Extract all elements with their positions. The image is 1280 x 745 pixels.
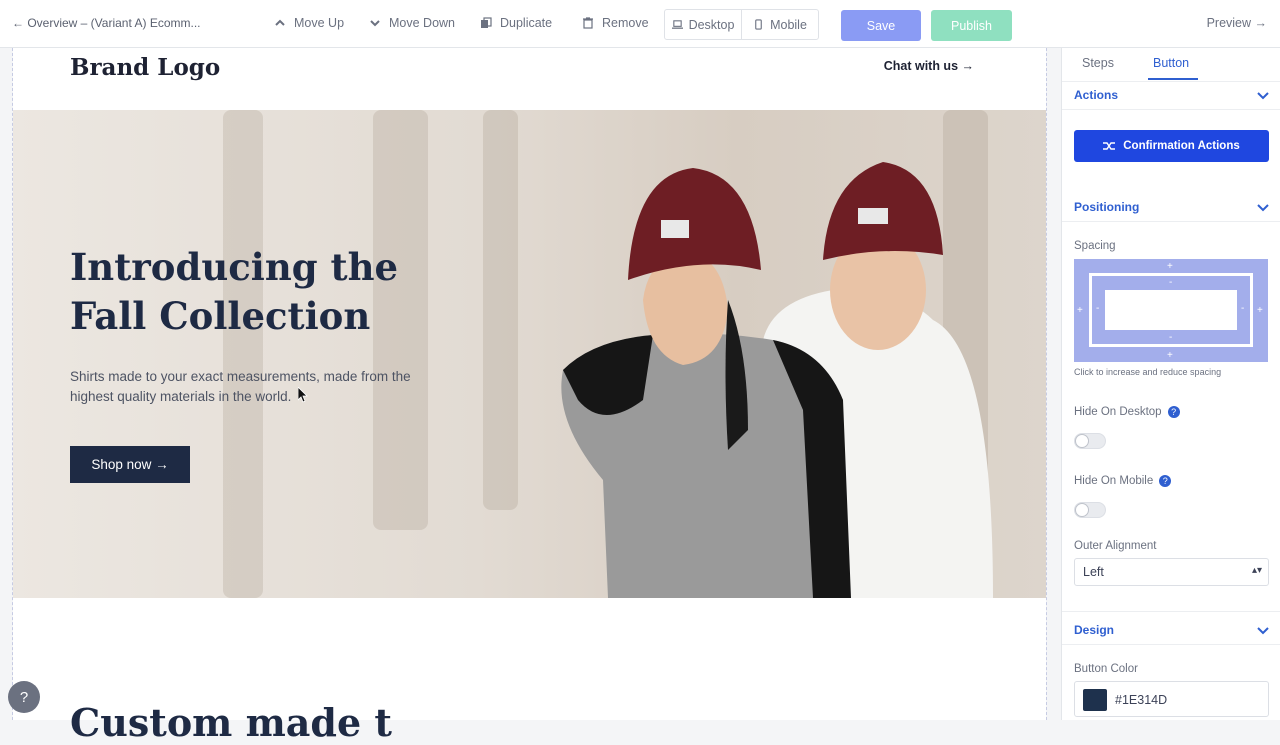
help-question-icon[interactable]: ? (1167, 406, 1180, 418)
hide-on-mobile-toggle[interactable] (1074, 502, 1106, 518)
color-swatch[interactable] (1083, 689, 1107, 711)
actions-section-title: Actions (1074, 88, 1119, 102)
move-down-button[interactable]: Move Down (369, 16, 455, 30)
duplicate-label: Duplicate (500, 16, 553, 30)
device-toggle-group: Desktop Mobile (664, 9, 819, 40)
margin-left-increase-icon[interactable]: + (1077, 306, 1083, 316)
select-arrows-icon: ▴▾ (1251, 565, 1262, 576)
preview-link[interactable]: Preview → (1207, 16, 1267, 30)
spacing-padding-box[interactable] (1105, 290, 1237, 330)
outer-alignment-value: Left (1083, 565, 1104, 579)
hide-on-desktop-toggle[interactable] (1074, 433, 1106, 449)
hero-background-tree (483, 110, 518, 510)
help-question-icon[interactable]: ? (1159, 475, 1172, 487)
section-divider (1062, 611, 1280, 612)
margin-bottom-increase-icon[interactable]: + (1167, 351, 1173, 361)
padding-bottom-decrease-icon[interactable]: - (1169, 333, 1172, 343)
positioning-section-title: Positioning (1074, 200, 1140, 214)
save-button[interactable]: Save (841, 10, 921, 41)
design-section-header[interactable]: Design (1074, 623, 1269, 637)
mouse-cursor-icon (298, 387, 308, 403)
margin-top-increase-icon[interactable]: + (1167, 262, 1173, 272)
move-up-label: Move Up (294, 16, 345, 30)
desktop-view-button[interactable]: Desktop (665, 10, 741, 39)
chevron-down-icon (370, 20, 380, 27)
mobile-view-button[interactable]: Mobile (741, 10, 818, 39)
trash-icon (583, 17, 593, 29)
hide-on-mobile-label: Hide On Mobile? (1074, 475, 1172, 488)
margin-right-increase-icon[interactable]: + (1257, 306, 1263, 316)
editor-canvas: Brand Logo Chat with us → Introducing th… (0, 48, 1061, 745)
hero-background-tree (223, 110, 263, 598)
settings-panel: Steps Button Actions Confirmation Action… (1061, 48, 1280, 720)
button-color-label: Button Color (1074, 663, 1138, 675)
outer-alignment-select[interactable]: Left ▴▾ (1074, 558, 1269, 586)
duplicate-icon (481, 17, 492, 28)
button-color-hex: #1E314D (1115, 693, 1168, 707)
padding-top-decrease-icon[interactable]: - (1169, 278, 1172, 288)
tab-steps[interactable]: Steps (1082, 56, 1114, 70)
shuffle-icon (1103, 142, 1116, 150)
chevron-down-icon (1257, 204, 1269, 212)
spacing-hint: Click to increase and reduce spacing (1074, 367, 1222, 377)
remove-label: Remove (602, 16, 649, 30)
hide-on-mobile-text: Hide On Mobile (1074, 475, 1154, 488)
help-button[interactable]: ? (8, 681, 40, 713)
move-down-label: Move Down (389, 16, 455, 30)
section-heading[interactable]: Custom made t (70, 700, 392, 745)
remove-button[interactable]: Remove (582, 16, 649, 30)
spacing-label: Spacing (1074, 240, 1116, 252)
canvas-guide-right (1046, 48, 1047, 720)
section-divider (1062, 221, 1280, 222)
duplicate-button[interactable]: Duplicate (480, 16, 552, 30)
chevron-up-icon (275, 19, 285, 26)
phone-icon (755, 19, 762, 30)
hide-on-desktop-label: Hide On Desktop? (1074, 406, 1180, 418)
confirmation-actions-label: Confirmation Actions (1123, 140, 1240, 152)
shop-now-button[interactable]: Shop now → (70, 446, 190, 483)
top-toolbar: ← Overview – (Variant A) Ecomm... Move U… (0, 0, 1280, 48)
positioning-section-header[interactable]: Positioning (1074, 200, 1269, 214)
laptop-icon (671, 20, 683, 29)
publish-button[interactable]: Publish (931, 10, 1012, 41)
chevron-down-icon (1257, 627, 1269, 635)
hero-section[interactable]: Introducing the Fall Collection Shirts m… (13, 110, 1046, 598)
padding-right-decrease-icon[interactable]: - (1241, 304, 1244, 314)
section-divider (1062, 109, 1280, 110)
actions-section-header[interactable]: Actions (1074, 88, 1269, 102)
active-tab-indicator (1148, 78, 1198, 80)
toggle-knob (1075, 503, 1089, 517)
back-to-overview-link[interactable]: ← Overview – (Variant A) Ecomm... (12, 16, 201, 30)
hero-headline[interactable]: Introducing the Fall Collection (70, 243, 470, 341)
hero-models-image (561, 162, 993, 598)
mobile-label: Mobile (770, 17, 807, 32)
move-up-button[interactable]: Move Up (274, 16, 344, 30)
chevron-down-icon (1257, 92, 1269, 100)
brand-logo[interactable]: Brand Logo (70, 54, 220, 81)
padding-left-decrease-icon[interactable]: - (1096, 304, 1099, 314)
landing-page-preview: Brand Logo Chat with us → Introducing th… (13, 48, 1046, 745)
toggle-knob (1075, 434, 1089, 448)
tab-button[interactable]: Button (1153, 56, 1189, 70)
chat-with-us-link[interactable]: Chat with us → (884, 59, 974, 73)
spacing-control[interactable]: + - + - - + - + (1074, 259, 1268, 362)
design-section-title: Design (1074, 623, 1115, 637)
button-color-input[interactable]: #1E314D (1074, 681, 1269, 717)
section-divider (1062, 644, 1280, 645)
hide-on-desktop-text: Hide On Desktop (1074, 406, 1162, 419)
desktop-label: Desktop (688, 17, 735, 32)
confirmation-actions-button[interactable]: Confirmation Actions (1074, 130, 1269, 162)
panel-tabs: Steps Button (1062, 48, 1280, 82)
outer-alignment-label: Outer Alignment (1074, 540, 1157, 552)
hero-subtext[interactable]: Shirts made to your exact measurements, … (70, 367, 450, 407)
